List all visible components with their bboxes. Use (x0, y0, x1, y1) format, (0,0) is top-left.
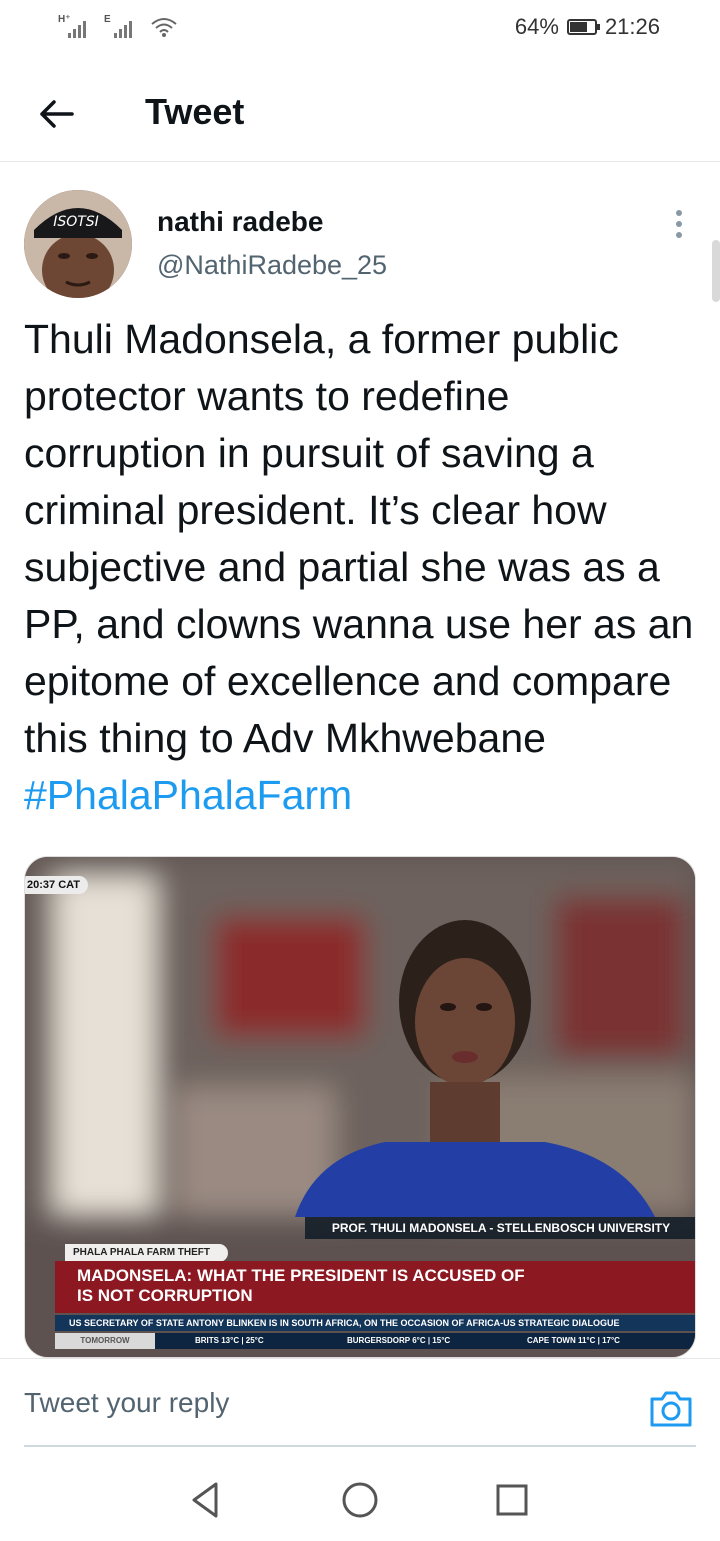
avatar[interactable]: ISOTSI (24, 190, 132, 298)
weather-item: CAPE TOWN 11°C | 17°C (527, 1336, 620, 1345)
signal-indicators: H⁺ E (58, 14, 178, 38)
weather-item: BRITS 13°C | 25°C (195, 1336, 264, 1345)
signal-1-icon: H⁺ (58, 14, 94, 38)
arrow-left-icon (40, 100, 74, 128)
avatar-label: ISOTSI (53, 214, 99, 230)
nav-recents-icon[interactable] (490, 1478, 534, 1522)
clock: 21:26 (604, 14, 660, 39)
more-dot-icon (676, 210, 682, 216)
network-type-2: E (104, 14, 111, 25)
tweet-media[interactable]: 20:37 CAT PROF. THULI MADONSELA - STELLE… (24, 856, 696, 1358)
news-headline: MADONSELA: WHAT THE PRESIDENT IS ACCUSED… (55, 1261, 695, 1313)
avatar-image: ISOTSI (24, 190, 132, 298)
weather-strip: TOMORROW BRITS 13°C | 25°C BURGERSDORP 6… (55, 1333, 695, 1349)
author-handle[interactable]: @NathiRadebe_25 (157, 250, 387, 281)
scrollbar[interactable] (712, 240, 720, 302)
wifi-icon (151, 18, 177, 37)
more-options-button[interactable] (664, 204, 694, 244)
weather-item: BURGERSDORP 6°C | 15°C (347, 1336, 451, 1345)
broadcast-time: 20:37 CAT (25, 876, 88, 894)
camera-icon[interactable] (648, 1389, 694, 1429)
reply-input[interactable]: Tweet your reply (24, 1377, 624, 1429)
status-bar: H⁺ E 64% 21:26 (0, 0, 720, 56)
signal-2-icon: E (104, 14, 140, 38)
headline-line-1: MADONSELA: WHAT THE PRESIDENT IS ACCUSED… (77, 1266, 525, 1285)
back-button[interactable] (32, 90, 80, 138)
story-tag: PHALA PHALA FARM THEFT (65, 1244, 229, 1262)
more-dot-icon (676, 232, 682, 238)
author-name[interactable]: nathi radebe (157, 206, 323, 238)
headline-line-2: IS NOT CORRUPTION (77, 1286, 253, 1305)
battery-icon (566, 19, 600, 35)
news-ticker: US SECRETARY OF STATE ANTONY BLINKEN IS … (55, 1315, 695, 1331)
reply-bar: Tweet your reply (0, 1358, 720, 1448)
nav-home-icon[interactable] (338, 1478, 382, 1522)
page-title: Tweet (145, 91, 245, 132)
news-caption: PROF. THULI MADONSELA - STELLENBOSCH UNI… (305, 1217, 695, 1239)
weather-tomorrow: TOMORROW (55, 1333, 155, 1349)
nav-back-icon[interactable] (184, 1478, 228, 1522)
battery-percent: 64% (514, 14, 559, 39)
status-right: 64% 21:26 (515, 14, 660, 40)
header: Tweet (0, 70, 720, 162)
more-dot-icon (676, 221, 682, 227)
system-nav-bar (0, 1458, 720, 1541)
reply-divider (24, 1445, 696, 1447)
tweet-body: Thuli Madonsela, a former public protect… (24, 316, 694, 761)
tweet-text: Thuli Madonsela, a former public protect… (24, 311, 696, 824)
hashtag-link[interactable]: #PhalaPhalaFarm (24, 772, 352, 818)
